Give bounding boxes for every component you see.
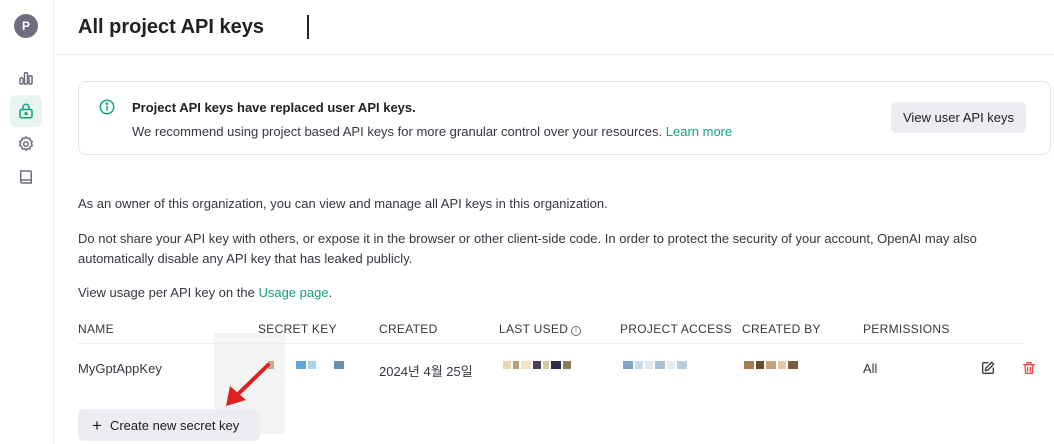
api-keys-nav-button[interactable]	[10, 95, 42, 127]
notice-title: Project API keys have replaced user API …	[132, 100, 416, 115]
usage-page-link[interactable]: Usage page	[258, 285, 328, 300]
owner-description: As an owner of this organization, you ca…	[78, 196, 608, 211]
sidebar: P	[0, 0, 54, 444]
avatar-letter: P	[21, 19, 30, 33]
key-name: MyGptAppKey	[78, 361, 162, 376]
column-header-last-used-label: LAST USED	[499, 322, 569, 336]
info-icon	[99, 99, 115, 115]
security-warning: Do not share your API key with others, o…	[78, 231, 977, 266]
notice-body: We recommend using project based API key…	[132, 124, 732, 139]
table-header: NAME SECRET KEY CREATED LAST USED i PROJE…	[78, 318, 1023, 344]
column-header-created: CREATED	[379, 322, 438, 336]
annotation-arrow-icon	[226, 363, 270, 406]
info-icon[interactable]: i	[571, 326, 582, 336]
column-header-permissions: PERMISSIONS	[863, 322, 950, 336]
usage-prefix: View usage per API key on the	[78, 285, 255, 300]
last-used-redacted	[503, 358, 571, 372]
trash-icon	[1023, 362, 1035, 374]
column-header-last-used: LAST USED i	[499, 322, 582, 336]
notice-banner: Project API keys have replaced user API …	[78, 81, 1051, 155]
docs-nav-button[interactable]	[10, 161, 42, 193]
gear-icon	[18, 135, 34, 152]
created-by-redacted	[744, 358, 798, 372]
bar-chart-icon	[19, 72, 33, 85]
settings-nav-button[interactable]	[10, 128, 42, 160]
book-icon	[20, 170, 32, 184]
view-user-api-keys-button[interactable]: View user API keys	[891, 102, 1027, 133]
usage-nav-button[interactable]	[10, 62, 42, 94]
plus-icon: +	[92, 415, 102, 435]
table-row: MyGptAppKey 2024년 4월 25일 All	[78, 344, 1035, 394]
project-access-redacted	[623, 358, 687, 372]
edit-icon	[982, 361, 995, 374]
usage-suffix: .	[328, 285, 333, 300]
column-header-secret-key: SECRET KEY	[258, 322, 337, 336]
delete-key-button[interactable]	[1019, 358, 1039, 378]
column-header-project-access: PROJECT ACCESS	[620, 322, 733, 336]
lock-icon	[19, 103, 33, 119]
usage-description: View usage per API key on the Usage page…	[78, 283, 1043, 303]
learn-more-link[interactable]: Learn more	[666, 124, 732, 139]
column-header-name: NAME	[78, 322, 114, 336]
text-cursor	[307, 15, 309, 39]
page-header: All project API keys	[55, 0, 1054, 55]
create-button-label: Create new secret key	[109, 417, 240, 433]
edit-key-button[interactable]	[978, 358, 998, 378]
avatar[interactable]: P	[14, 14, 38, 38]
created-date: 2024년 4월 25일	[379, 364, 473, 379]
create-new-secret-key-button[interactable]: + Create new secret key	[78, 409, 260, 441]
notice-body-text: We recommend using project based API key…	[132, 124, 663, 139]
column-header-created-by: CREATED BY	[742, 322, 821, 336]
page-title: All project API keys	[78, 16, 264, 38]
secret-key-redacted	[268, 358, 344, 372]
permissions-value: All	[863, 361, 878, 376]
